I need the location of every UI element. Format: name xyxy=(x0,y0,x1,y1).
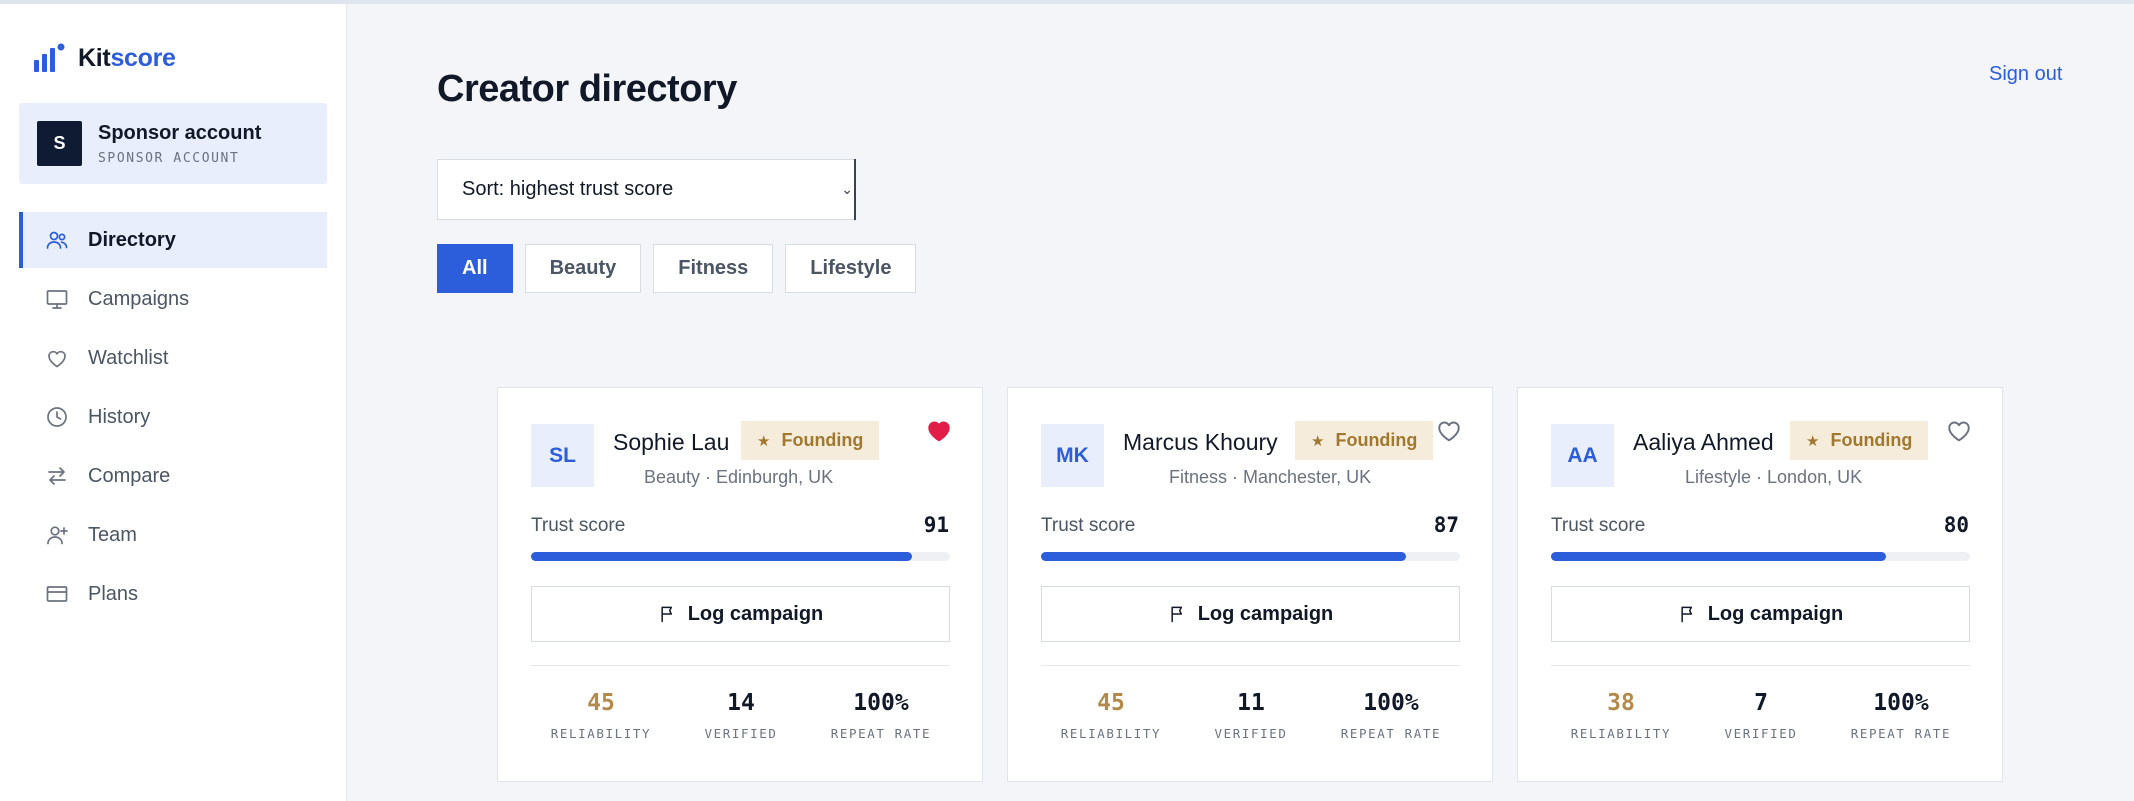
creator-meta: Fitness · Manchester, UK xyxy=(1169,467,1372,487)
trust-score-fill xyxy=(1041,552,1406,561)
brand-logo[interactable]: Kitscore xyxy=(33,42,176,74)
sidebar-item-history[interactable]: History xyxy=(19,389,327,445)
watchlist-heart-icon[interactable] xyxy=(926,418,952,442)
sign-out-link[interactable]: Sign out xyxy=(1989,63,2062,86)
category-filters: All Beauty Fitness Lifestyle xyxy=(437,244,928,293)
account-name: Sponsor account xyxy=(98,121,262,144)
filter-lifestyle[interactable]: Lifestyle xyxy=(785,244,917,293)
creator-name[interactable]: Aaliya Ahmed xyxy=(1633,429,1774,456)
trust-score-bar xyxy=(1551,552,1970,561)
sidebar-item-compare[interactable]: Compare xyxy=(19,448,327,504)
sidebar-item-directory[interactable]: Directory xyxy=(19,212,327,268)
flag-icon xyxy=(1171,606,1182,623)
creator-meta: Lifestyle · London, UK xyxy=(1685,467,1863,487)
swap-icon xyxy=(48,467,66,485)
creator-card: AA Aaliya Ahmed ★ Founding Lifestyle · L… xyxy=(1517,387,2003,782)
sort-selected-value: Sort: highest trust score xyxy=(462,178,674,200)
founding-badge: ★ Founding xyxy=(1295,421,1434,460)
stat-repeat-rate: 100% REPEAT RATE xyxy=(830,690,932,741)
trust-score-fill xyxy=(1551,552,1887,561)
filter-fitness[interactable]: Fitness xyxy=(653,244,774,293)
founding-badge: ★ Founding xyxy=(1790,421,1929,460)
stat-reliability: 38 RELIABILITY xyxy=(1570,690,1672,741)
sidebar-item-label: Directory xyxy=(88,228,176,251)
sidebar-item-team[interactable]: Team xyxy=(19,507,327,563)
account-role: SPONSOR ACCOUNT xyxy=(98,150,240,166)
stat-reliability: 45 RELIABILITY xyxy=(1060,690,1162,741)
user-plus-icon xyxy=(47,526,68,545)
trust-score-value: 87 xyxy=(1433,513,1459,537)
star-icon: ★ xyxy=(1806,432,1820,450)
sidebar-nav: Directory Campaigns Watchlist History Co… xyxy=(19,212,327,625)
creator-meta: Beauty · Edinburgh, UK xyxy=(644,467,834,487)
stat-verified: 11 VERIFIED xyxy=(1214,690,1288,741)
sidebar-item-watchlist[interactable]: Watchlist xyxy=(19,330,327,386)
clock-icon xyxy=(47,407,67,427)
trust-score-bar xyxy=(531,552,950,561)
trust-score-value: 91 xyxy=(923,513,949,537)
creator-avatar: AA xyxy=(1551,424,1614,487)
sidebar-item-label: History xyxy=(88,405,151,428)
trust-score-fill xyxy=(531,552,913,561)
sidebar-item-campaigns[interactable]: Campaigns xyxy=(19,271,327,327)
card-divider xyxy=(531,665,950,666)
stat-reliability: 45 RELIABILITY xyxy=(550,690,652,741)
trust-score-label: Trust score xyxy=(1041,515,1136,536)
select-focus-edge xyxy=(854,159,856,220)
stat-verified: 14 VERIFIED xyxy=(704,690,778,741)
stat-repeat-rate: 100% REPEAT RATE xyxy=(1340,690,1442,741)
trust-score-value: 80 xyxy=(1943,513,1969,537)
monitor-icon xyxy=(46,290,68,309)
log-campaign-button[interactable]: Log campaign xyxy=(531,586,950,642)
sidebar: Kitscore S Sponsor account SPONSOR ACCOU… xyxy=(0,4,347,801)
founding-badge: ★ Founding xyxy=(741,421,880,460)
creator-avatar: SL xyxy=(531,424,594,487)
flag-icon xyxy=(661,606,672,623)
credit-card-icon xyxy=(46,586,68,602)
trust-score-label: Trust score xyxy=(531,515,626,536)
card-divider xyxy=(1551,665,1970,666)
log-campaign-button[interactable]: Log campaign xyxy=(1551,586,1970,642)
filter-beauty[interactable]: Beauty xyxy=(524,244,642,293)
trust-score-bar xyxy=(1041,552,1460,561)
users-icon xyxy=(46,231,68,249)
creator-card: MK Marcus Khoury ★ Founding Fitness · Ma… xyxy=(1007,387,1493,782)
creator-avatar: MK xyxy=(1041,424,1104,487)
sidebar-item-label: Watchlist xyxy=(88,346,169,369)
sidebar-item-label: Team xyxy=(88,523,137,546)
chevron-down-icon: ⌄ xyxy=(841,181,853,197)
stat-repeat-rate: 100% REPEAT RATE xyxy=(1850,690,1952,741)
avatar: S xyxy=(37,121,82,166)
creator-name[interactable]: Sophie Lau xyxy=(613,429,729,456)
flag-icon xyxy=(1681,606,1692,623)
star-icon: ★ xyxy=(757,432,771,450)
watchlist-heart-icon[interactable] xyxy=(1436,418,1462,442)
page-title: Creator directory xyxy=(437,68,737,110)
sidebar-item-label: Compare xyxy=(88,464,171,487)
sidebar-item-label: Plans xyxy=(88,582,139,605)
log-campaign-button[interactable]: Log campaign xyxy=(1041,586,1460,642)
trust-score-label: Trust score xyxy=(1551,515,1646,536)
star-icon: ★ xyxy=(1311,432,1325,450)
watchlist-heart-icon[interactable] xyxy=(1946,418,1972,442)
creator-card: SL Sophie Lau ★ Founding Beauty · Edinbu… xyxy=(497,387,983,782)
bar-chart-logo-icon xyxy=(34,43,65,72)
heart-icon xyxy=(48,350,66,368)
sidebar-item-label: Campaigns xyxy=(88,287,190,310)
filter-all[interactable]: All xyxy=(437,244,513,293)
brand-name: Kitscore xyxy=(78,43,176,72)
sort-select[interactable]: Sort: highest trust score ⌄ xyxy=(437,159,856,220)
card-divider xyxy=(1041,665,1460,666)
creator-name[interactable]: Marcus Khoury xyxy=(1123,429,1278,456)
stat-verified: 7 VERIFIED xyxy=(1724,690,1798,741)
sidebar-item-plans[interactable]: Plans xyxy=(19,566,327,622)
account-switcher[interactable]: S Sponsor account SPONSOR ACCOUNT xyxy=(19,103,327,184)
